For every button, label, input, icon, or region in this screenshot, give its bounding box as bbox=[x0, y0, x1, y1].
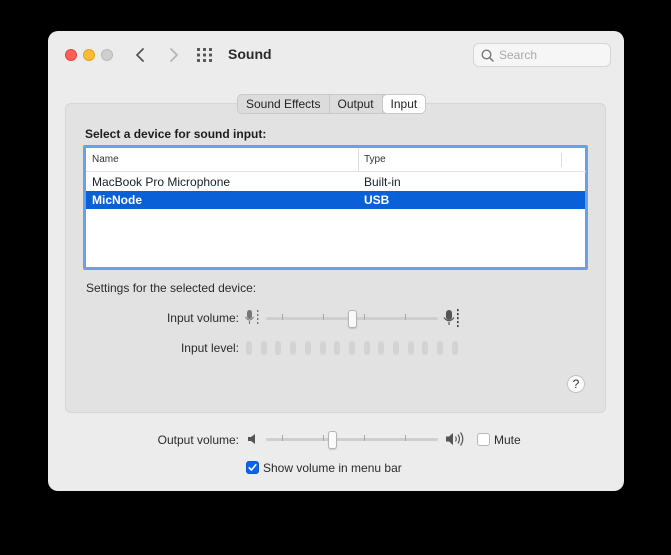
checkmark-icon bbox=[248, 464, 257, 471]
device-type: USB bbox=[364, 193, 390, 207]
slider-tick bbox=[282, 435, 283, 441]
input-level-bar bbox=[363, 341, 370, 355]
output-volume-knob[interactable] bbox=[328, 431, 337, 449]
input-level-bar bbox=[275, 341, 282, 355]
output-volume-slider[interactable] bbox=[266, 430, 438, 450]
output-volume-track bbox=[266, 438, 438, 441]
input-level-meter bbox=[246, 341, 466, 355]
input-device-table[interactable]: Name Type MacBook Pro Microphone Built-i… bbox=[83, 145, 588, 270]
input-level-bar bbox=[437, 341, 444, 355]
microphone-low-icon bbox=[245, 310, 259, 324]
chevron-right-icon[interactable] bbox=[163, 45, 183, 65]
help-button[interactable]: ? bbox=[567, 375, 585, 393]
microphone-high-icon bbox=[443, 309, 459, 327]
output-volume-label: Output volume: bbox=[157, 433, 239, 447]
mute-checkbox[interactable] bbox=[477, 433, 490, 446]
search-field[interactable] bbox=[473, 43, 611, 67]
slider-tick bbox=[364, 435, 365, 441]
tab-input[interactable]: Input bbox=[382, 95, 426, 113]
device-name: MicNode bbox=[92, 193, 143, 207]
show-volume-label: Show volume in menu bar bbox=[263, 461, 402, 475]
speaker-high-icon bbox=[446, 432, 464, 446]
column-header-type[interactable]: Type bbox=[359, 148, 586, 172]
table-row-selected[interactable]: MicNode USB bbox=[86, 191, 585, 209]
chevron-left-icon[interactable] bbox=[131, 45, 151, 65]
mute-label: Mute bbox=[494, 433, 521, 447]
slider-tick bbox=[282, 314, 283, 320]
input-level-bar bbox=[260, 341, 267, 355]
slider-tick bbox=[323, 314, 324, 320]
input-volume-slider[interactable] bbox=[266, 309, 438, 329]
settings-heading: Settings for the selected device: bbox=[86, 281, 257, 295]
input-level-bar bbox=[290, 341, 297, 355]
title-bar: Sound bbox=[48, 31, 624, 79]
grid-icon[interactable] bbox=[196, 46, 214, 64]
tab-output[interactable]: Output bbox=[330, 95, 383, 113]
speaker-low-icon bbox=[248, 434, 255, 444]
window-title: Sound bbox=[228, 46, 272, 62]
zoom-window-button[interactable] bbox=[101, 49, 113, 61]
slider-tick bbox=[364, 314, 365, 320]
search-input[interactable] bbox=[499, 47, 604, 63]
close-window-button[interactable] bbox=[65, 49, 77, 61]
device-list-heading: Select a device for sound input: bbox=[85, 127, 267, 141]
input-level-bar bbox=[378, 341, 385, 355]
input-level-bar bbox=[334, 341, 341, 355]
input-level-label: Input level: bbox=[180, 341, 239, 355]
input-level-bar bbox=[348, 341, 355, 355]
minimize-window-button[interactable] bbox=[83, 49, 95, 61]
show-volume-in-menu-bar-checkbox[interactable] bbox=[246, 461, 259, 474]
input-volume-knob[interactable] bbox=[348, 310, 357, 328]
sound-preferences-window: Sound Sound Effects Output Input Select … bbox=[48, 31, 624, 491]
tab-sound-effects[interactable]: Sound Effects bbox=[238, 95, 330, 113]
input-volume-label: Input volume: bbox=[166, 311, 239, 325]
input-level-bar bbox=[407, 341, 414, 355]
input-level-bar bbox=[393, 341, 399, 355]
input-level-bar bbox=[451, 341, 458, 355]
magnifier-icon bbox=[481, 49, 494, 62]
input-level-bar bbox=[304, 341, 311, 355]
input-level-bar bbox=[319, 341, 326, 355]
device-type: Built-in bbox=[364, 175, 401, 189]
tab-bar: Sound Effects Output Input bbox=[237, 94, 427, 114]
slider-tick bbox=[405, 435, 406, 441]
input-level-bar bbox=[246, 341, 252, 355]
slider-tick bbox=[405, 314, 406, 320]
slider-tick bbox=[323, 435, 324, 441]
input-level-bar bbox=[422, 341, 429, 355]
column-header-name[interactable]: Name bbox=[86, 148, 359, 172]
table-row[interactable]: MacBook Pro Microphone Built-in bbox=[86, 173, 585, 191]
device-name: MacBook Pro Microphone bbox=[92, 175, 231, 189]
